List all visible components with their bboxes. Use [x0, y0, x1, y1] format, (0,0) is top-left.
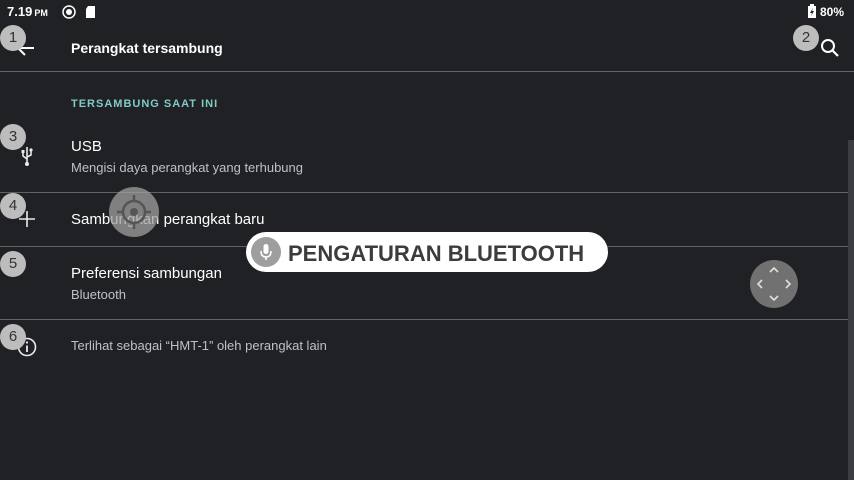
search-icon[interactable] [816, 36, 844, 60]
visibility-text: Terlihat sebagai “HMT-1” oleh perangkat … [71, 338, 327, 353]
crosshair-icon [117, 195, 151, 229]
section-header: TERSAMBUNG SAAT INI [71, 98, 219, 110]
number-badge-1[interactable]: 1 [0, 25, 26, 51]
scrollbar[interactable] [848, 140, 854, 480]
list-item-visibility-info: Terlihat sebagai “HMT-1” oleh perangkat … [0, 320, 854, 372]
number-badge-5[interactable]: 5 [0, 251, 26, 277]
sd-card-icon [86, 6, 95, 18]
preferences-title: Preferensi sambungan [71, 265, 222, 282]
battery-charging-icon [808, 4, 816, 18]
number-badge-4[interactable]: 4 [0, 193, 26, 219]
voice-command-pill: PENGATURAN BLUETOOTH [246, 232, 608, 272]
crosshair-overlay [109, 187, 159, 237]
battery-level: 80% [820, 5, 845, 19]
voice-command-text: PENGATURAN BLUETOOTH [288, 241, 585, 266]
number-badge-3[interactable]: 3 [0, 124, 26, 150]
status-ampm: PM [34, 8, 48, 18]
status-time: 7.19 PM [7, 4, 48, 19]
dpad-icon [756, 266, 792, 302]
preferences-subtitle: Bluetooth [71, 287, 126, 302]
usb-title: USB [71, 138, 102, 155]
microphone-icon [260, 244, 272, 260]
notification-circle-icon [62, 5, 76, 19]
number-badge-2[interactable]: 2 [793, 25, 819, 51]
page-title: Perangkat tersambung [71, 40, 223, 56]
number-badge-6[interactable]: 6 [0, 324, 26, 350]
dpad-control[interactable] [750, 260, 798, 308]
status-bar: 7.19 PM 80% [0, 0, 854, 24]
usb-subtitle: Mengisi daya perangkat yang terhubung [71, 160, 303, 175]
pair-new-title: Sambungkan perangkat baru [71, 211, 265, 228]
microphone-button [251, 237, 281, 267]
list-item-usb[interactable]: USB Mengisi daya perangkat yang terhubun… [0, 120, 854, 192]
app-bar: Perangkat tersambung [0, 24, 854, 72]
